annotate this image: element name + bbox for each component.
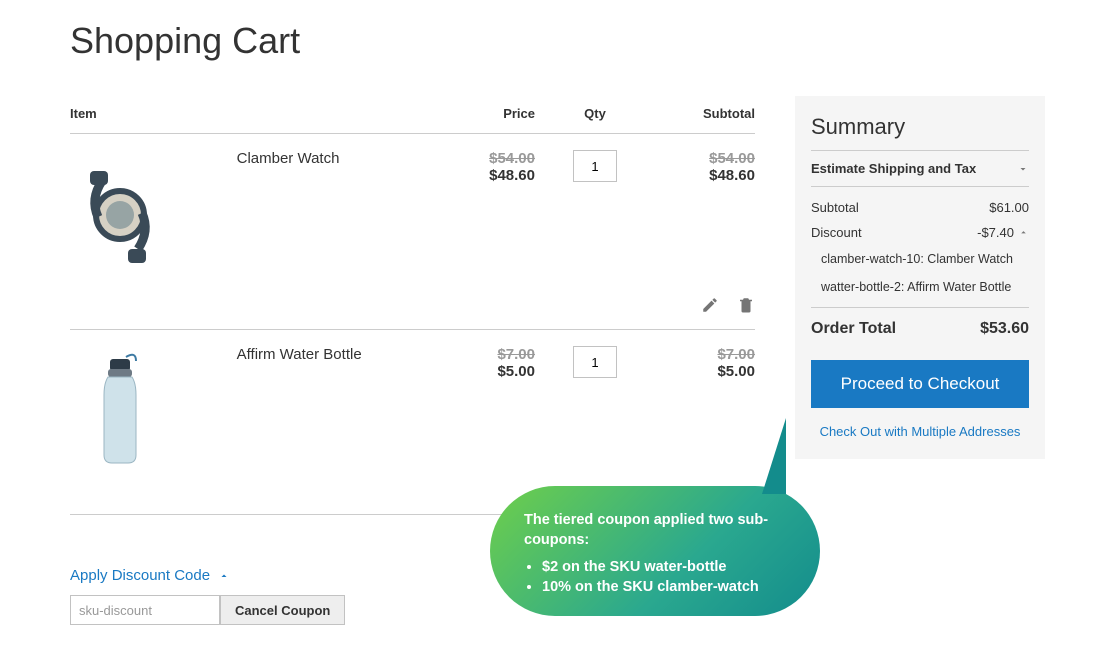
table-row: Clamber Watch $54.00 $48.60 $54.00 $48.6… bbox=[70, 134, 755, 291]
multiple-addresses-link[interactable]: Check Out with Multiple Addresses bbox=[811, 424, 1029, 439]
col-subtotal: Subtotal bbox=[655, 96, 755, 134]
chevron-up-icon bbox=[218, 570, 230, 582]
price-old: $54.00 bbox=[445, 150, 535, 167]
discount-line[interactable]: Discount -$7.40 bbox=[811, 220, 1029, 245]
discount-detail: clamber-watch-10: Clamber Watch bbox=[811, 245, 1029, 273]
edit-item-button[interactable] bbox=[701, 296, 719, 314]
bottle-icon bbox=[80, 351, 160, 471]
product-image[interactable] bbox=[70, 150, 170, 280]
callout-text: The tiered coupon applied two sub-coupon… bbox=[524, 510, 792, 551]
col-price: Price bbox=[445, 96, 535, 134]
subtotal-line: Subtotal $61.00 bbox=[811, 195, 1029, 220]
order-total-value: $53.60 bbox=[980, 320, 1029, 338]
discount-value: -$7.40 bbox=[977, 225, 1014, 240]
summary-title: Summary bbox=[811, 114, 1029, 151]
discount-detail: watter-bottle-2: Affirm Water Bottle bbox=[811, 273, 1029, 301]
subtotal-value: $61.00 bbox=[989, 200, 1029, 215]
price-new: $5.00 bbox=[445, 363, 535, 380]
apply-discount-toggle[interactable]: Apply Discount Code bbox=[70, 567, 230, 584]
price-new: $48.60 bbox=[445, 167, 535, 184]
product-name[interactable]: Affirm Water Bottle bbox=[237, 346, 445, 363]
trash-icon bbox=[737, 296, 755, 314]
remove-item-button[interactable] bbox=[737, 296, 755, 314]
subtotal-new: $48.60 bbox=[655, 167, 755, 184]
order-total-label: Order Total bbox=[811, 320, 896, 338]
chevron-down-icon bbox=[1017, 163, 1029, 175]
apply-discount-label: Apply Discount Code bbox=[70, 567, 210, 584]
qty-input[interactable] bbox=[573, 346, 617, 378]
page-title: Shopping Cart bbox=[70, 20, 1045, 62]
cart-table: Item Price Qty Subtotal bbox=[70, 96, 755, 486]
chevron-up-icon bbox=[1018, 227, 1029, 238]
col-qty: Qty bbox=[535, 96, 655, 134]
price-old: $7.00 bbox=[445, 346, 535, 363]
cancel-coupon-button[interactable]: Cancel Coupon bbox=[220, 595, 345, 625]
subtotal-old: $54.00 bbox=[655, 150, 755, 167]
callout-bullet: 10% on the SKU clamber-watch bbox=[542, 577, 792, 597]
discount-label: Discount bbox=[811, 225, 862, 240]
estimate-label: Estimate Shipping and Tax bbox=[811, 161, 976, 176]
qty-input[interactable] bbox=[573, 150, 617, 182]
col-item: Item bbox=[70, 96, 445, 134]
estimate-shipping-toggle[interactable]: Estimate Shipping and Tax bbox=[811, 151, 1029, 187]
summary-panel: Summary Estimate Shipping and Tax Subtot… bbox=[795, 96, 1045, 459]
discount-code-input[interactable] bbox=[70, 595, 220, 625]
subtotal-old: $7.00 bbox=[655, 346, 755, 363]
watch-icon bbox=[80, 155, 160, 275]
callout-tail bbox=[762, 418, 786, 494]
proceed-to-checkout-button[interactable]: Proceed to Checkout bbox=[811, 360, 1029, 408]
subtotal-new: $5.00 bbox=[655, 363, 755, 380]
cart-area: Item Price Qty Subtotal bbox=[70, 96, 755, 625]
row-actions bbox=[70, 290, 755, 330]
product-image[interactable] bbox=[70, 346, 170, 476]
table-row: Affirm Water Bottle $7.00 $5.00 $7.00 $5… bbox=[70, 330, 755, 487]
order-total-line: Order Total $53.60 bbox=[811, 307, 1029, 338]
product-name[interactable]: Clamber Watch bbox=[237, 150, 445, 167]
subtotal-label: Subtotal bbox=[811, 200, 859, 215]
annotation-callout: The tiered coupon applied two sub-coupon… bbox=[490, 486, 820, 616]
callout-bullet: $2 on the SKU water-bottle bbox=[542, 557, 792, 577]
pencil-icon bbox=[701, 296, 719, 314]
